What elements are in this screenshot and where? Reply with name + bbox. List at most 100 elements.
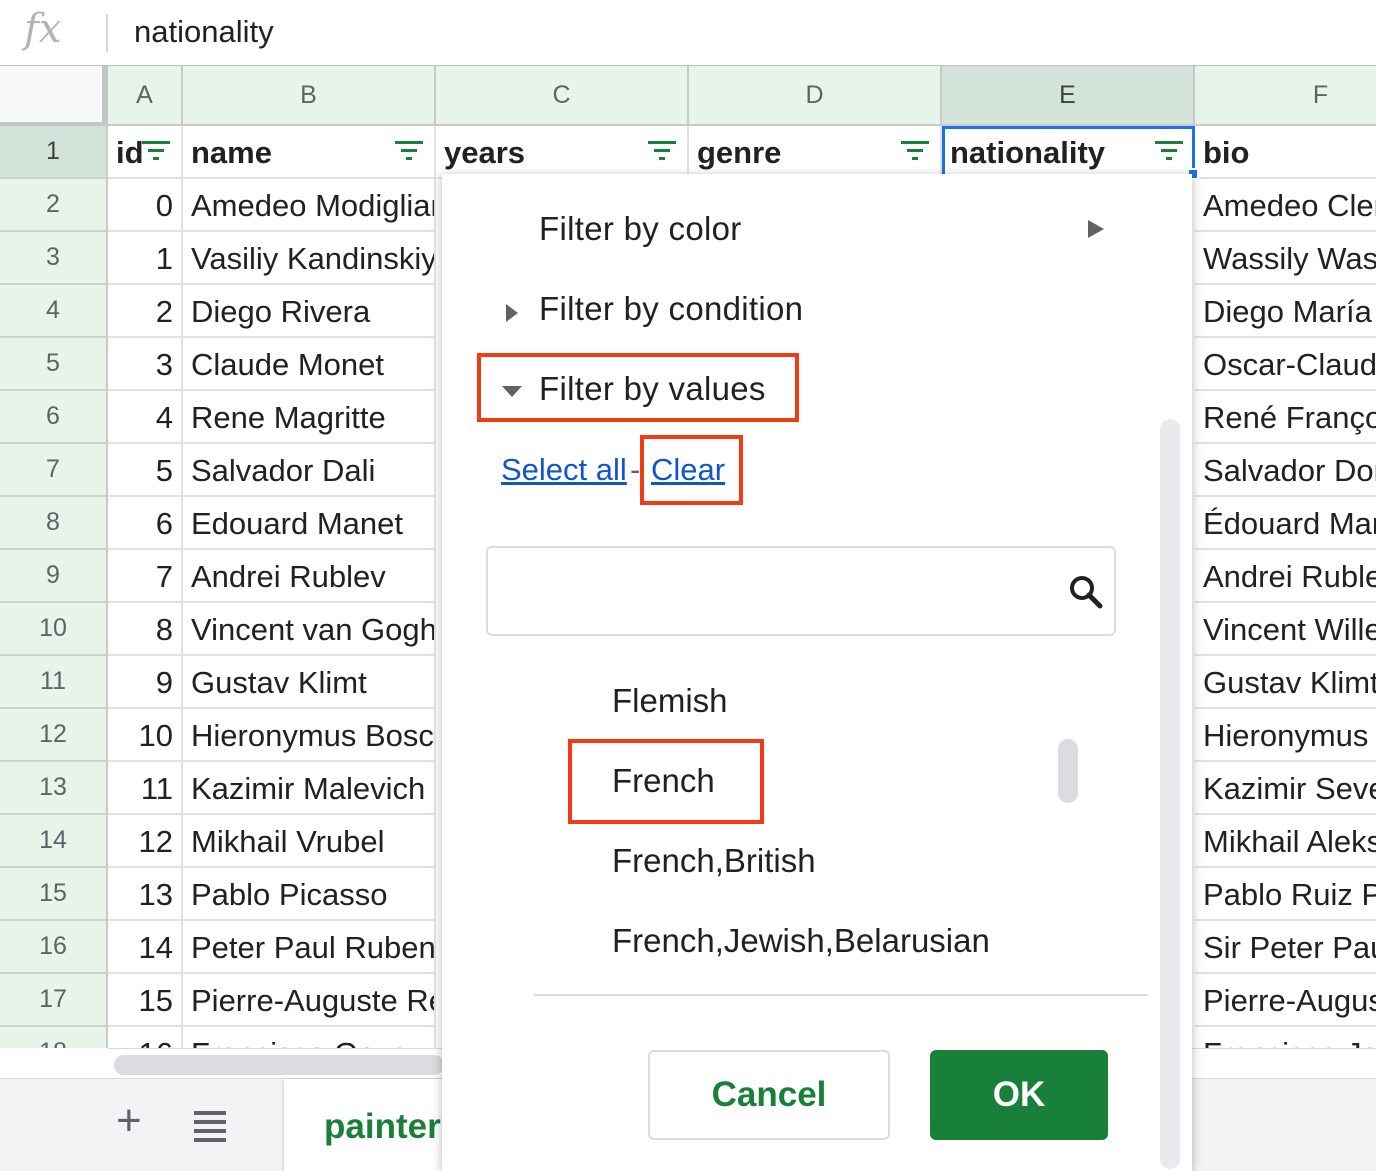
search-box[interactable] xyxy=(486,546,1116,636)
cell-name[interactable]: Pablo Picasso xyxy=(183,868,436,921)
menu-scrollbar[interactable] xyxy=(1160,419,1180,1169)
collapse-arrow-icon[interactable] xyxy=(502,386,522,397)
add-sheet-button[interactable]: + xyxy=(116,1099,142,1143)
column-header-c[interactable]: C xyxy=(436,66,689,126)
cell-bio[interactable]: Kazimir Severinovich xyxy=(1195,762,1376,815)
filter-by-values-item[interactable]: Filter by values xyxy=(539,370,766,408)
header-cell-years[interactable]: years xyxy=(436,126,689,179)
row-header[interactable]: 11 xyxy=(0,656,108,709)
column-header-d[interactable]: D xyxy=(689,66,942,126)
cancel-button[interactable]: Cancel xyxy=(648,1050,890,1140)
cell-name[interactable]: Rene Magritte xyxy=(183,391,436,444)
cell-id[interactable]: 2 xyxy=(108,285,183,338)
cell-id[interactable]: 11 xyxy=(108,762,183,815)
row-header[interactable]: 12 xyxy=(0,709,108,762)
filter-icon[interactable] xyxy=(141,138,171,164)
row-header[interactable]: 14 xyxy=(0,815,108,868)
cell-id[interactable]: 9 xyxy=(108,656,183,709)
values-list-scrollbar[interactable] xyxy=(1058,739,1078,803)
row-header[interactable]: 3 xyxy=(0,232,108,285)
cell-bio[interactable]: René François xyxy=(1195,391,1376,444)
value-option[interactable]: French,British xyxy=(612,842,816,880)
cell-id[interactable]: 8 xyxy=(108,603,183,656)
cell-bio[interactable]: Gustav Klimt xyxy=(1195,656,1376,709)
cell-bio[interactable]: Amedeo Clemente xyxy=(1195,179,1376,232)
expand-arrow-icon[interactable] xyxy=(506,304,518,322)
row-header[interactable]: 10 xyxy=(0,603,108,656)
cell-name[interactable]: Claude Monet xyxy=(183,338,436,391)
cell-name[interactable]: Peter Paul Rubens xyxy=(183,921,436,974)
row-header[interactable]: 5 xyxy=(0,338,108,391)
filter-icon[interactable] xyxy=(1154,138,1184,164)
filter-icon[interactable] xyxy=(900,138,930,164)
filter-icon[interactable] xyxy=(647,138,677,164)
row-header[interactable]: 16 xyxy=(0,921,108,974)
cell-bio[interactable]: Andrei Rublev xyxy=(1195,550,1376,603)
clear-link[interactable]: Clear xyxy=(651,452,725,488)
select-all-corner[interactable] xyxy=(0,66,108,126)
value-option[interactable]: Flemish xyxy=(612,682,728,720)
row-header[interactable]: 13 xyxy=(0,762,108,815)
header-cell-id[interactable]: id xyxy=(108,126,183,179)
cell-name[interactable]: Pierre-Auguste Renoir xyxy=(183,974,436,1027)
column-header-f[interactable]: F xyxy=(1195,66,1376,126)
cell-id[interactable]: 4 xyxy=(108,391,183,444)
filter-by-color-item[interactable]: Filter by color xyxy=(539,210,742,248)
cell-id[interactable]: 13 xyxy=(108,868,183,921)
header-cell-name[interactable]: name xyxy=(183,126,436,179)
row-header[interactable]: 9 xyxy=(0,550,108,603)
horizontal-scroll-thumb[interactable] xyxy=(114,1055,444,1075)
row-header[interactable]: 4 xyxy=(0,285,108,338)
cell-bio[interactable]: Salvador Domingo xyxy=(1195,444,1376,497)
cell-name[interactable]: Mikhail Vrubel xyxy=(183,815,436,868)
value-option[interactable]: French,Jewish,Belarusian xyxy=(612,922,990,960)
cell-name[interactable]: Kazimir Malevich xyxy=(183,762,436,815)
column-header-b[interactable]: B xyxy=(183,66,436,126)
row-header[interactable]: 6 xyxy=(0,391,108,444)
cell-name[interactable]: Amedeo Modigliani xyxy=(183,179,436,232)
header-cell-genre[interactable]: genre xyxy=(689,126,942,179)
cell-bio[interactable]: Oscar-Claude xyxy=(1195,338,1376,391)
cell-name[interactable]: Salvador Dali xyxy=(183,444,436,497)
cell-bio[interactable]: Sir Peter Paul xyxy=(1195,921,1376,974)
cell-name[interactable]: Edouard Manet xyxy=(183,497,436,550)
cell-name[interactable]: Vasiliy Kandinskiy xyxy=(183,232,436,285)
filter-icon[interactable] xyxy=(394,138,424,164)
cell-name[interactable]: Francisco Goya xyxy=(183,1027,436,1048)
row-header[interactable]: 1 xyxy=(0,126,108,179)
cell-id[interactable]: 7 xyxy=(108,550,183,603)
cell-id[interactable]: 14 xyxy=(108,921,183,974)
row-header[interactable]: 15 xyxy=(0,868,108,921)
header-cell-bio[interactable]: bio xyxy=(1195,126,1376,179)
cell-name[interactable]: Vincent van Gogh xyxy=(183,603,436,656)
formula-input[interactable]: nationality xyxy=(134,14,274,50)
row-header[interactable]: 7 xyxy=(0,444,108,497)
cell-bio[interactable]: Diego María xyxy=(1195,285,1376,338)
row-header[interactable]: 8 xyxy=(0,497,108,550)
row-header[interactable]: 2 xyxy=(0,179,108,232)
column-header-e[interactable]: E xyxy=(942,66,1195,126)
row-header[interactable]: 17 xyxy=(0,974,108,1027)
cell-id[interactable]: 0 xyxy=(108,179,183,232)
all-sheets-menu-icon[interactable] xyxy=(194,1111,226,1142)
cell-id[interactable]: 15 xyxy=(108,974,183,1027)
value-option[interactable]: French xyxy=(612,762,715,800)
cell-id[interactable]: 1 xyxy=(108,232,183,285)
cell-id[interactable]: 5 xyxy=(108,444,183,497)
cell-bio[interactable]: Wassily Wassilyevich xyxy=(1195,232,1376,285)
select-all-link[interactable]: Select all xyxy=(501,452,627,488)
header-cell-nationality[interactable]: nationality xyxy=(942,126,1195,179)
cell-bio[interactable]: Hieronymus Bosch xyxy=(1195,709,1376,762)
cell-id[interactable]: 3 xyxy=(108,338,183,391)
cell-id[interactable]: 10 xyxy=(108,709,183,762)
cell-id[interactable]: 12 xyxy=(108,815,183,868)
cell-bio[interactable]: Pablo Ruiz Picasso xyxy=(1195,868,1376,921)
cell-name[interactable]: Hieronymus Bosch xyxy=(183,709,436,762)
cell-bio[interactable]: Francisco José xyxy=(1195,1027,1376,1048)
filter-by-condition-item[interactable]: Filter by condition xyxy=(539,290,803,328)
ok-button[interactable]: OK xyxy=(930,1050,1108,1140)
row-header[interactable]: 18 xyxy=(0,1027,108,1048)
cell-bio[interactable]: Mikhail Aleksandrovich xyxy=(1195,815,1376,868)
cell-id[interactable]: 6 xyxy=(108,497,183,550)
cell-name[interactable]: Gustav Klimt xyxy=(183,656,436,709)
